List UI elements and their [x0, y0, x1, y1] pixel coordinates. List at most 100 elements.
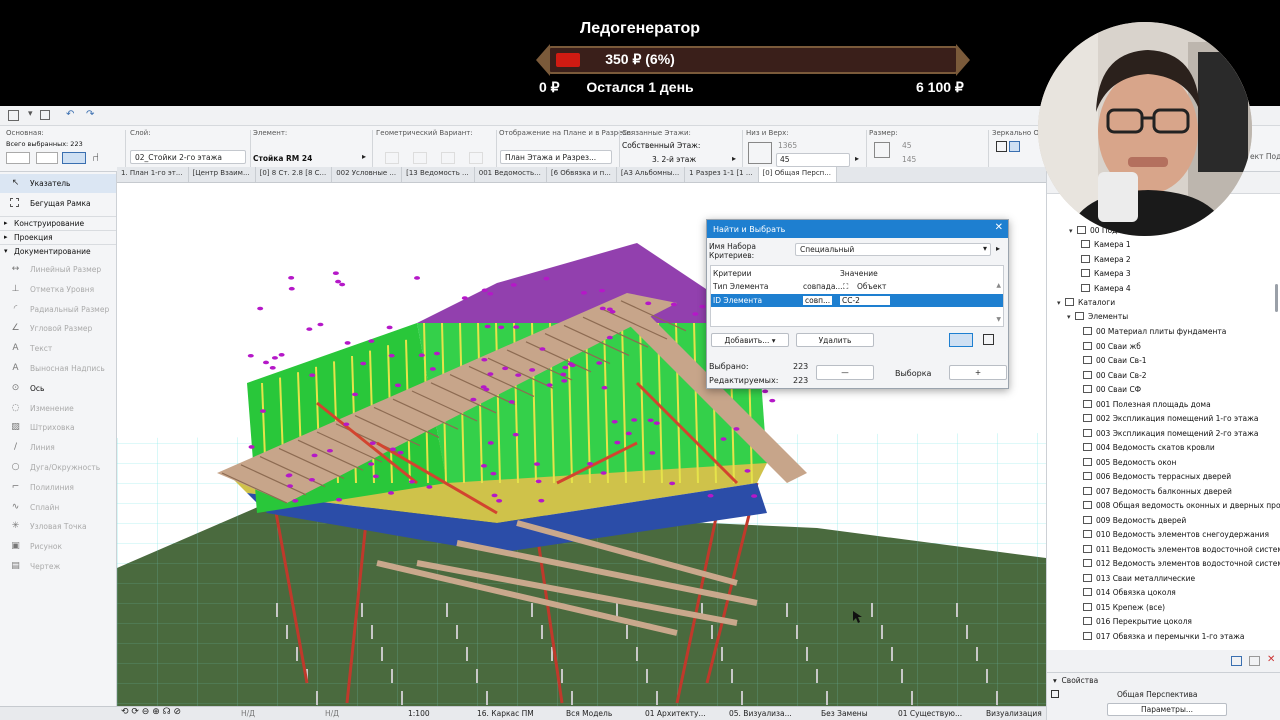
tool-item[interactable]: ▨ Штриховка	[0, 418, 116, 437]
tree-schedule[interactable]: 010 Ведомость элементов снегоудержания	[1083, 530, 1269, 539]
status-override[interactable]: Без Замены	[821, 709, 868, 718]
mirror-icon[interactable]	[1009, 141, 1020, 152]
delete-icon[interactable]: ✕	[1267, 654, 1275, 665]
tree-schedule[interactable]: 012 Ведомость элементов водосточной сист…	[1083, 559, 1280, 568]
tree-camera[interactable]: Камера 2	[1081, 254, 1131, 264]
tree-schedule[interactable]: 015 Крепеж (все)	[1083, 602, 1165, 612]
tree-catalogs[interactable]: ▾ Каталоги	[1057, 298, 1115, 307]
status-layer-combo[interactable]: 16. Каркас ПМ	[477, 709, 534, 718]
marquee-icon[interactable]	[983, 334, 994, 345]
toolbox-group-projection[interactable]: ▸ Проекция	[0, 230, 116, 243]
tree-schedule[interactable]: 011 Ведомость элементов водосточной сист…	[1083, 544, 1280, 554]
tab-item[interactable]: [Центр Взаим...	[189, 167, 256, 182]
select-mode-icon[interactable]	[6, 152, 30, 164]
tree-camera[interactable]: Камера 3	[1081, 269, 1131, 278]
tool-item[interactable]: ◜ Радиальный Размер	[0, 300, 116, 319]
tool-item[interactable]: ⊙ Ось	[0, 379, 116, 398]
tree-schedule[interactable]: 016 Перекрытие цоколя	[1083, 617, 1192, 626]
display-select[interactable]: План Этажа и Разрез...	[500, 150, 612, 164]
clone-icon[interactable]	[1249, 656, 1260, 666]
close-icon[interactable]: ✕	[995, 222, 1003, 233]
tool-pointer[interactable]: ↖ Указатель	[0, 174, 116, 193]
criteria-value-input[interactable]: СС-2	[840, 296, 890, 305]
layout-icon[interactable]	[8, 110, 19, 121]
tree-camera[interactable]: Камера 1	[1081, 240, 1131, 249]
toolbox-group-design[interactable]: ▸ Конструирование	[0, 216, 116, 229]
tree-elements[interactable]: ▾ Элементы	[1067, 312, 1128, 321]
tool-item[interactable]: A Текст	[0, 339, 116, 358]
tree-schedule[interactable]: 002 Экспликация помещений 1-го этажа	[1083, 414, 1258, 423]
bottom-field[interactable]: 45	[776, 153, 850, 167]
toolbox-group-documentation[interactable]: ▾ Документирование	[0, 244, 116, 257]
criteria-row[interactable]: Тип Элемента совпада... ⛶ Объект	[711, 280, 1003, 293]
tree-schedule[interactable]: 001 Полезная площадь дома	[1083, 399, 1211, 409]
tree-schedule[interactable]: 005 Ведомость окон	[1083, 457, 1176, 467]
criteria-set-select[interactable]: Специальный ▾	[795, 243, 991, 256]
criteria-row-selected[interactable]: ID Элемента совп... СС-2	[711, 294, 1003, 307]
geometry-option-icon[interactable]	[413, 152, 427, 164]
tool-item[interactable]: A Выносная Надпись	[0, 359, 116, 378]
tree-schedule[interactable]: 00 Сваи Св-2	[1083, 370, 1147, 380]
rotate-mode-icon[interactable]	[62, 152, 86, 164]
new-folder-icon[interactable]	[1231, 656, 1242, 666]
tab-item[interactable]: [А3 Альбомны...	[617, 167, 686, 182]
eyedropper-icon[interactable]	[949, 333, 973, 347]
remove-from-selection-button[interactable]: —	[816, 365, 874, 380]
tool-item[interactable]: ∿ Сплайн	[0, 498, 116, 517]
scroll-down-icon[interactable]: ▼	[996, 316, 1001, 323]
size-a[interactable]: 45	[902, 141, 912, 150]
tab-item[interactable]: 001 Ведомость...	[475, 167, 547, 182]
chevron-right-icon[interactable]: ▸	[732, 154, 736, 163]
geometry-option-icon[interactable]	[441, 152, 455, 164]
tab-item[interactable]: [0] 8 Ст. 2.8 [8 С...	[256, 167, 333, 182]
tree-schedule[interactable]: 00 Материал плиты фундамента	[1083, 327, 1226, 336]
layer-select[interactable]: 02_Стойки 2-го этажа	[130, 150, 246, 164]
tree-camera[interactable]: Камера 4	[1081, 283, 1131, 293]
status-visualization[interactable]: Визуализация	[986, 709, 1042, 718]
top-value[interactable]: 1365	[778, 141, 797, 150]
tool-item[interactable]: ◌ Изменение	[0, 399, 116, 418]
story-value[interactable]: 3. 2-й этаж	[652, 155, 696, 164]
parameters-button[interactable]: Параметры...	[1107, 703, 1227, 716]
tool-item[interactable]: ✳ Узловая Точка	[0, 517, 116, 536]
add-criteria-button[interactable]: Добавить... ▾	[711, 333, 789, 347]
scroll-up-icon[interactable]: ▲	[996, 282, 1001, 289]
criteria-value[interactable]: Объект	[857, 282, 886, 291]
size-b[interactable]: 145	[902, 155, 916, 164]
tool-item[interactable]: ▤ Чертеж	[0, 557, 116, 576]
tool-item[interactable]: ↔ Линейный Размер	[0, 260, 116, 279]
tree-schedule[interactable]: 006 Ведомость террасных дверей	[1083, 472, 1231, 481]
status-mvo[interactable]: 05. Визуализа...	[729, 709, 792, 718]
tree-schedule[interactable]: 008 Общая ведомость оконных и дверных пр…	[1083, 501, 1280, 510]
chevron-down-icon[interactable]: ▾	[28, 109, 33, 119]
properties-header[interactable]: ▾ Свойства	[1047, 672, 1280, 686]
tree-schedule[interactable]: 004 Ведомость скатов кровли	[1083, 443, 1215, 452]
chevron-right-icon[interactable]: ▸	[855, 154, 859, 163]
redo-icon[interactable]: ↷	[86, 109, 94, 120]
chevron-right-icon[interactable]: ▸	[996, 244, 1000, 253]
tool-item[interactable]: ∠ Угловой Размер	[0, 319, 116, 338]
chair-icon[interactable]: ⑁	[92, 150, 99, 164]
tool-marquee[interactable]: Бегущая Рамка	[0, 194, 116, 213]
criteria-operator[interactable]: совп...	[803, 296, 833, 305]
tool-item[interactable]: ⌐ Полилиния	[0, 478, 116, 497]
mirror-icon[interactable]	[996, 141, 1007, 152]
add-to-selection-button[interactable]: +	[949, 365, 1007, 380]
tab-item[interactable]: 1 Разрез 1-1 [1 ...	[685, 167, 759, 182]
tool-item[interactable]: ▣ Рисунок	[0, 537, 116, 556]
tree-schedule[interactable]: 013 Сваи металлические	[1083, 573, 1195, 583]
tab-item[interactable]: [6 Обвязка и п...	[547, 167, 617, 182]
tree-schedule[interactable]: 003 Экспликация помещений 2-го этажа	[1083, 428, 1258, 438]
undo-zoom-icon[interactable]: ⟲ ⟳ ⊖ ⊕ ☊ ⊘	[121, 707, 181, 717]
tree-schedule[interactable]: 009 Ведомость дверей	[1083, 515, 1186, 525]
element-value[interactable]: Стойка RM 24	[253, 154, 312, 163]
tab-item[interactable]: [13 Ведомость ...	[402, 167, 475, 182]
status-model[interactable]: Вся Модель	[566, 709, 612, 718]
geometry-option-icon[interactable]	[385, 152, 399, 164]
chevron-right-icon[interactable]: ▸	[362, 152, 366, 161]
scrollbar[interactable]	[1275, 284, 1278, 312]
tool-item[interactable]: ○ Дуга/Окружность	[0, 458, 116, 477]
tool-item[interactable]: ⊥ Отметка Уровня	[0, 280, 116, 299]
status-pen-set[interactable]: 01 Архитекту...	[645, 709, 706, 718]
undo-icon[interactable]: ↶	[66, 109, 74, 120]
